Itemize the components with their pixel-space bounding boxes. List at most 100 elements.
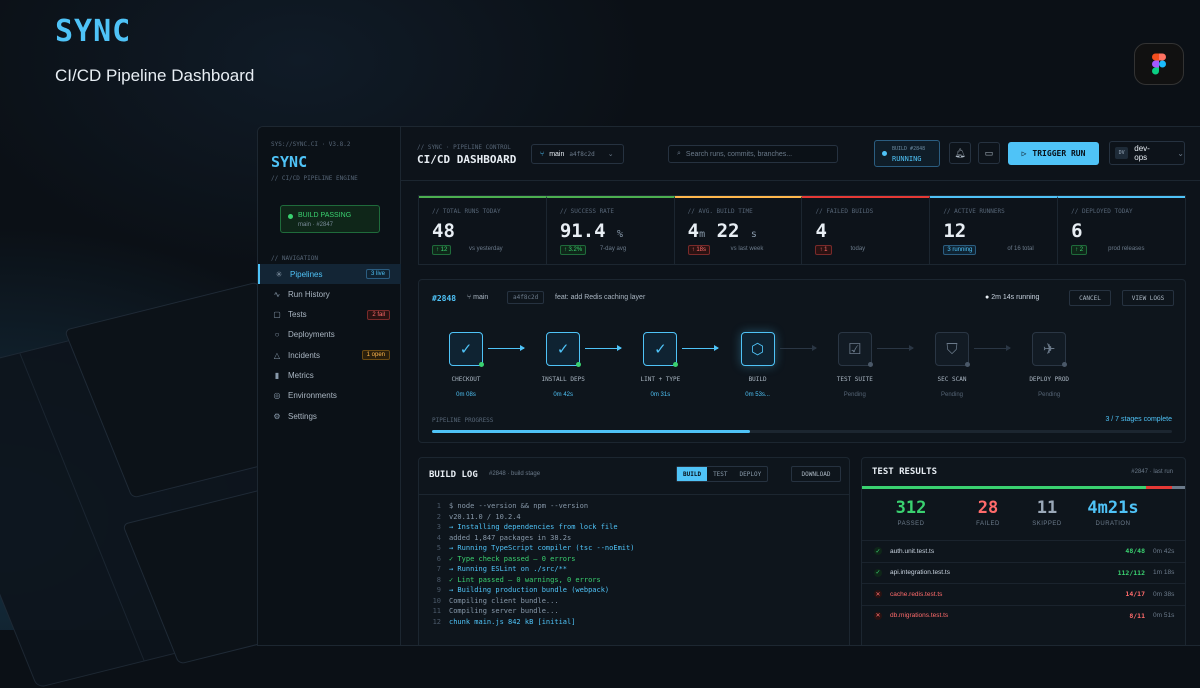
test-file-name: api.integration.test.ts — [890, 569, 950, 576]
stats-row: // TOTAL RUNS TODAY 48 ↑ 12 vs yesterday// … — [418, 195, 1186, 265]
check-icon: ✓ — [654, 341, 667, 358]
log-line: 6 ✓ Type check passed — 0 errors — [419, 555, 849, 566]
display-button[interactable]: ▭ — [978, 142, 1000, 164]
nav-badge: 1 open — [361, 350, 390, 361]
build-status-card[interactable]: BUILD PASSING main · #2847 — [280, 205, 380, 233]
tab-build[interactable]: BUILD — [677, 467, 708, 481]
log-line: 5 → Running TypeScript compiler (tsc --no… — [419, 544, 849, 555]
stage-box: ✓ — [449, 332, 484, 367]
chevron-down-icon: ⌄ — [607, 151, 614, 158]
build-log-panel: BUILD LOG #2848 · build stage BUILD TEST D… — [418, 457, 850, 645]
pipeline-stage[interactable]: ✈ DEPLOY PROD Pending — [1009, 332, 1089, 398]
current-build-chip[interactable]: BUILD #2848 RUNNING — [874, 140, 940, 167]
tests-icon: ▢ — [273, 310, 281, 320]
tab-test[interactable]: TEST — [707, 467, 733, 481]
line-text: Compiling server bundle... — [449, 607, 559, 615]
sidebar-item-settings[interactable]: ⚙ Settings — [258, 406, 401, 426]
summary-value: 312 — [895, 498, 927, 518]
test-row[interactable]: ✓ api.integration.test.ts 112/112 1m 18s — [862, 561, 1185, 583]
activity-icon: ∿ — [273, 289, 281, 299]
pipeline-branch-name: main — [473, 294, 489, 301]
stage-name: CHECKOUT — [451, 376, 481, 383]
pipeline-commit[interactable]: a4f8c2d — [507, 291, 545, 304]
summary-value: 4m21s — [1087, 498, 1139, 518]
search-icon: ⌕ — [677, 150, 681, 157]
stat-label: // ACTIVE RUNNERS — [943, 208, 1005, 215]
sidebar-item-label: Incidents — [288, 350, 321, 360]
stat-card: // FAILED BUILDS 4 ↑ 1 today — [802, 196, 931, 264]
log-tabs: BUILD TEST DEPLOY — [676, 466, 769, 482]
sidebar-item-environments[interactable]: ◎ Environments — [258, 386, 401, 406]
pipeline-stage[interactable]: ⬡ BUILD 0m 53s... — [718, 332, 798, 398]
hexagon-icon: ⬡ — [751, 341, 765, 358]
pipelines-icon: ✳ — [275, 269, 283, 279]
test-row[interactable]: ✓ auth.unit.test.ts 48/48 0m 42s — [862, 540, 1185, 561]
user-menu[interactable]: DV dev-ops ⌄ — [1109, 141, 1185, 165]
stat-value: 4m 22 s — [687, 220, 757, 242]
stage-connector-arrow — [779, 345, 817, 351]
search-input[interactable]: ⌕ Search runs, commits, branches... — [668, 145, 838, 163]
sidebar-item-tests[interactable]: ▢ Tests 2 fail — [258, 305, 401, 325]
stage-time: Pending — [940, 392, 964, 398]
download-button[interactable]: DOWNLOAD — [791, 466, 841, 482]
test-count: 8/11 — [1129, 611, 1145, 620]
pipeline-stage[interactable]: ✓ CHECKOUT 0m 08s — [426, 332, 506, 398]
commit-message: feat: add Redis caching layer — [555, 294, 646, 301]
view-logs-button[interactable]: VIEW LOGS — [1122, 290, 1174, 306]
stage-connector-arrow — [488, 345, 525, 351]
log-line: 4 added 1,847 packages in 38.2s — [419, 534, 849, 545]
running-dot-icon — [882, 151, 887, 156]
stat-caption: prod releases — [1108, 246, 1145, 252]
stat-change-badge: ↑ 12 — [432, 245, 452, 255]
test-count: 14/17 — [1125, 590, 1145, 598]
cancel-button[interactable]: CANCEL — [1069, 290, 1111, 306]
test-row[interactable]: ✕ db.migrations.test.ts 8/11 0m 51s — [862, 604, 1185, 626]
test-file-name: cache.redis.test.ts — [890, 590, 943, 598]
pipeline-id[interactable]: #2848 — [432, 294, 456, 303]
log-line: 3 → Installing dependencies from lock fil… — [419, 523, 849, 534]
stat-caption: of 16 total — [1007, 246, 1034, 252]
trigger-run-button[interactable]: ▷ TRIGGER RUN — [1008, 142, 1099, 165]
pipeline-branch: ⑂ main — [467, 294, 488, 301]
summary-label: SKIPPED — [1032, 521, 1062, 527]
build-state: RUNNING — [892, 155, 922, 163]
tab-deploy[interactable]: DEPLOY — [734, 467, 768, 481]
line-text: ✓ Lint passed — 0 warnings, 0 errors — [449, 575, 601, 584]
top-header: // SYNC · PIPELINE CONTROL CI/CD DASHBOA… — [401, 127, 1200, 181]
check-icon: ✓ — [459, 341, 473, 358]
nav-heading: // NAVIGATION — [271, 255, 318, 262]
pipeline-stage[interactable]: ✓ INSTALL DEPS 0m 42s — [523, 332, 603, 398]
stat-change-badge: ↑ 3.2% — [559, 245, 587, 255]
sidebar-item-metrics[interactable]: ▮ Metrics — [258, 366, 401, 386]
checklist-icon: ☑ — [848, 341, 862, 358]
line-text: Compiling client bundle... — [449, 596, 559, 605]
progress-text: 3 / 7 stages complete — [1105, 416, 1172, 423]
notifications-button[interactable]: 🔔︎ — [949, 142, 971, 164]
pipeline-stage[interactable]: ✓ LINT + TYPE 0m 31s — [620, 332, 700, 398]
branch-name: main — [549, 150, 565, 158]
sidebar-item-run-history[interactable]: ∿ Run History — [258, 284, 401, 304]
pipeline-stage[interactable]: ☑ TEST SUITE Pending — [815, 332, 895, 398]
breadcrumb: // SYNC · PIPELINE CONTROL — [417, 144, 511, 151]
stat-value: 91.4 % — [559, 220, 624, 242]
stage-box: ✓ — [546, 332, 582, 367]
log-line: 2 v20.11.0 / 10.2.4 — [419, 513, 849, 524]
stage-connector-arrow — [974, 345, 1011, 351]
sidebar-item-incidents[interactable]: △ Incidents 1 open — [258, 345, 401, 365]
stage-box: ✈ — [1032, 332, 1068, 367]
rocket-icon: ✈ — [1042, 341, 1056, 358]
sidebar-item-deployments[interactable]: ○ Deployments — [258, 325, 401, 345]
build-log-title: BUILD LOG — [429, 470, 478, 480]
pipeline-stage[interactable]: ⛉ SEC SCAN Pending — [912, 332, 992, 398]
version-label: SYS://SYNC.CI · V3.8.2 — [271, 141, 351, 148]
sidebar-item-pipelines[interactable]: ✳ Pipelines 3 live — [258, 264, 401, 284]
test-count: 48/48 — [1125, 547, 1145, 555]
sidebar-item-label: Tests — [288, 310, 307, 320]
status-dot-icon — [479, 362, 484, 367]
line-number: 6 — [436, 554, 441, 563]
avatar: DV — [1115, 147, 1129, 159]
status-dot-icon — [867, 362, 873, 367]
branch-selector[interactable]: ⑂ main a4f8c2d ⌄ — [531, 144, 624, 164]
status-dot-icon — [288, 214, 293, 219]
test-row[interactable]: ✕ cache.redis.test.ts 14/17 0m 38s — [862, 583, 1185, 604]
